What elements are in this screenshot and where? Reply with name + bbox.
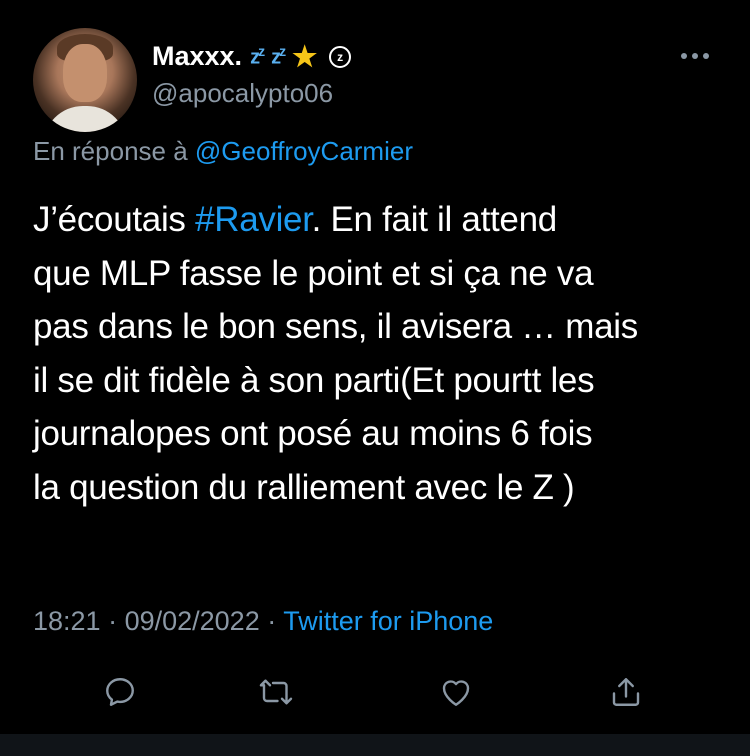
zz-small-2: z — [271, 46, 281, 69]
avatar-face — [63, 44, 107, 102]
hashtag-link[interactable]: #Ravier — [195, 200, 312, 239]
user-handle[interactable]: @apocalypto06 — [152, 78, 333, 109]
tweet-line-1: J’écoutais #Ravier. En fait il attend — [33, 193, 723, 247]
like-button[interactable] — [436, 672, 476, 712]
tweet-text: J’écoutais #Ravier. En fait il attend qu… — [33, 193, 723, 514]
sleep-emoji-1: zz — [250, 43, 265, 70]
reply-prefix: En réponse à — [33, 136, 188, 166]
tweet-date: 09/02/2022 — [124, 606, 260, 636]
tweet-source[interactable]: Twitter for iPhone — [283, 606, 493, 636]
more-icon[interactable] — [680, 40, 710, 68]
reply-context: En réponse à @GeoffroyCarmier — [33, 136, 413, 167]
retweet-icon — [259, 679, 293, 705]
tweet-line-5: journalopes ont posé au moins 6 fois — [33, 414, 593, 453]
sleep-emoji-2: zz — [271, 43, 286, 70]
zz-large: z — [258, 43, 265, 60]
bottom-divider — [0, 734, 750, 756]
zz-small: z — [250, 46, 260, 69]
star-icon: ★ — [292, 41, 318, 72]
action-bar — [100, 672, 660, 712]
display-name[interactable]: Maxxx. zz zz ★ z — [152, 40, 352, 73]
display-name-text: Maxxx. — [152, 41, 243, 71]
reply-mention[interactable]: @GeoffroyCarmier — [195, 136, 413, 166]
tweet-time: 18:21 — [33, 606, 101, 636]
retweet-button[interactable] — [256, 672, 296, 712]
share-button[interactable] — [606, 672, 646, 712]
reply-icon — [106, 678, 134, 706]
zz-large-2: z — [279, 43, 286, 60]
meta-separator: · — [100, 606, 125, 636]
share-icon — [612, 678, 640, 706]
tweet-text-segment: J’écoutais — [33, 200, 196, 239]
circle-badge-icon: z — [329, 45, 352, 68]
more-dots — [681, 53, 709, 59]
tweet-line-2: que MLP fasse le point et si ça ne va — [33, 253, 594, 293]
heart-icon — [442, 680, 470, 706]
avatar[interactable] — [33, 28, 137, 132]
meta-separator-2: · — [259, 606, 284, 636]
avatar-shirt — [43, 106, 127, 132]
tweet-text-segment: . En fait il attend — [311, 200, 558, 239]
tweet-line-6: la question du ralliement avec le Z ) — [33, 467, 575, 507]
reply-button[interactable] — [100, 672, 140, 712]
tweet-line-4: il se dit fidèle à son parti(Et pourtt l… — [33, 360, 595, 400]
tweet-line-3: pas dans le bon sens, il avisera … mais — [33, 307, 638, 346]
tweet-meta: 18:21 · 09/02/2022 · Twitter for iPhone — [33, 606, 493, 637]
